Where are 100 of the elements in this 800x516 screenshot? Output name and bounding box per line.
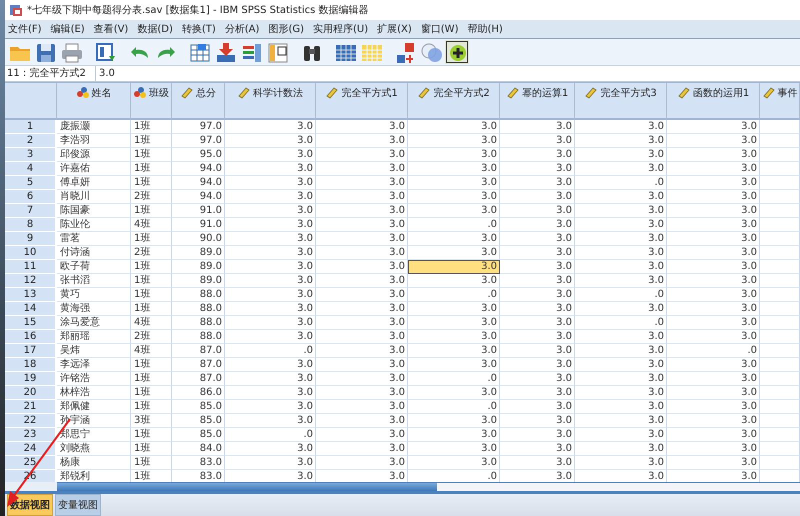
table-cell[interactable]: 3.0 — [575, 456, 667, 470]
table-cell[interactable]: 3.0 — [316, 358, 408, 372]
table-cell[interactable]: 3.0 — [575, 442, 667, 456]
table-cell[interactable]: 3.0 — [316, 288, 408, 302]
table-cell[interactable]: 88.0 — [172, 316, 225, 330]
table-cell[interactable]: 2班 — [131, 246, 172, 260]
table-cell[interactable]: 86.0 — [172, 386, 225, 400]
row-number[interactable]: 16 — [5, 330, 57, 344]
table-cell[interactable]: 3.0 — [408, 260, 500, 274]
row-number[interactable]: 22 — [5, 414, 57, 428]
table-cell[interactable]: 3.0 — [500, 176, 575, 190]
table-cell[interactable]: .0 — [408, 470, 500, 482]
table-cell[interactable]: 3.0 — [500, 246, 575, 260]
table-cell[interactable]: 3.0 — [667, 400, 760, 414]
table-cell[interactable]: 2班 — [131, 330, 172, 344]
table-cell[interactable]: 3.0 — [575, 372, 667, 386]
table-cell[interactable]: .0 — [408, 288, 500, 302]
table-cell[interactable]: 1班 — [131, 372, 172, 386]
table-cell[interactable]: 3.0 — [575, 330, 667, 344]
table-cell[interactable]: 91.0 — [172, 218, 225, 232]
view-tab[interactable]: 变量视图 — [55, 494, 101, 516]
table-cell[interactable]: 83.0 — [172, 456, 225, 470]
table-cell[interactable]: 3.0 — [316, 470, 408, 482]
table-cell[interactable]: 3.0 — [316, 316, 408, 330]
table-cell[interactable]: 3.0 — [500, 120, 575, 134]
table-cell[interactable]: 3.0 — [225, 162, 316, 176]
table-cell[interactable]: 3.0 — [316, 344, 408, 358]
menu-item[interactable]: 编辑(E) — [48, 22, 91, 36]
table-cell[interactable]: 3.0 — [225, 358, 316, 372]
columns-icon[interactable] — [266, 40, 288, 63]
table-cell[interactable]: 3.0 — [408, 358, 500, 372]
table-cell[interactable]: 3.0 — [575, 134, 667, 148]
table-cell[interactable]: 1班 — [131, 358, 172, 372]
table-cell[interactable]: 郑佩健 — [57, 400, 131, 414]
table-cell[interactable]: 3.0 — [225, 400, 316, 414]
table-cell[interactable]: 3.0 — [316, 260, 408, 274]
row-number[interactable]: 6 — [5, 190, 57, 204]
table-cell[interactable]: 1班 — [131, 134, 172, 148]
menu-item[interactable]: 转换(T) — [178, 22, 222, 36]
table-cell[interactable]: 3.0 — [500, 330, 575, 344]
row-number[interactable]: 8 — [5, 218, 57, 232]
table-cell[interactable]: 1班 — [131, 442, 172, 456]
table-cell[interactable]: 3.0 — [667, 120, 760, 134]
table-cell[interactable]: 3.0 — [667, 204, 760, 218]
table-cell[interactable]: 3.0 — [408, 386, 500, 400]
table-cell[interactable]: 3.0 — [316, 162, 408, 176]
table-cell[interactable]: 88.0 — [172, 330, 225, 344]
table-cell[interactable]: 3.0 — [667, 428, 760, 442]
table-cell[interactable]: .0 — [575, 176, 667, 190]
table-cell[interactable]: 3.0 — [667, 288, 760, 302]
table-cell[interactable]: 3.0 — [408, 134, 500, 148]
menu-item[interactable]: 实用程序(U) — [310, 22, 374, 36]
table-cell[interactable]: 94.0 — [172, 190, 225, 204]
value-labels-icon[interactable] — [394, 40, 416, 63]
table-cell[interactable]: 3.0 — [667, 386, 760, 400]
table-cell[interactable]: 3.0 — [500, 288, 575, 302]
table-cell[interactable]: 3.0 — [575, 120, 667, 134]
table-cell[interactable]: 3.0 — [500, 218, 575, 232]
table-cell[interactable]: 3.0 — [225, 148, 316, 162]
table-cell[interactable]: 3.0 — [316, 148, 408, 162]
row-number[interactable]: 1 — [5, 120, 57, 134]
table-cell[interactable]: 3.0 — [225, 372, 316, 386]
table-cell[interactable]: 3.0 — [575, 218, 667, 232]
table-cell[interactable]: 88.0 — [172, 288, 225, 302]
table-cell[interactable]: 87.0 — [172, 372, 225, 386]
table-cell[interactable]: 3.0 — [316, 372, 408, 386]
table-cell[interactable]: 3.0 — [225, 302, 316, 316]
table-cell[interactable]: 3.0 — [575, 204, 667, 218]
table-cell[interactable]: 3.0 — [225, 204, 316, 218]
table-cell[interactable]: 3.0 — [500, 274, 575, 288]
table-cell[interactable]: 3.0 — [667, 162, 760, 176]
table-cell[interactable]: 3.0 — [575, 246, 667, 260]
table-cell[interactable]: 3.0 — [408, 442, 500, 456]
table-cell[interactable]: 1班 — [131, 288, 172, 302]
table-cell[interactable]: 1班 — [131, 204, 172, 218]
table-cell[interactable]: 3.0 — [667, 442, 760, 456]
table-cell[interactable]: 3.0 — [667, 302, 760, 316]
table-cell[interactable]: .0 — [225, 428, 316, 442]
table-cell[interactable]: .0 — [408, 218, 500, 232]
row-number[interactable]: 18 — [5, 358, 57, 372]
table-cell[interactable]: 1班 — [131, 176, 172, 190]
table-cell[interactable]: 3.0 — [500, 386, 575, 400]
table-cell[interactable]: 88.0 — [172, 302, 225, 316]
table-cell[interactable]: 1班 — [131, 400, 172, 414]
row-number[interactable]: 12 — [5, 274, 57, 288]
table-cell[interactable]: 3.0 — [225, 456, 316, 470]
table-cell[interactable]: 3.0 — [225, 120, 316, 134]
table-cell[interactable]: 吴炜 — [57, 344, 131, 358]
table-cell[interactable]: 3.0 — [408, 344, 500, 358]
printer-icon[interactable] — [60, 40, 82, 63]
table-cell[interactable]: 85.0 — [172, 400, 225, 414]
row-number[interactable]: 13 — [5, 288, 57, 302]
table-cell[interactable]: 3.0 — [667, 148, 760, 162]
table-cell[interactable]: .0 — [408, 400, 500, 414]
table-cell[interactable]: 欧子荷 — [57, 260, 131, 274]
table-cell[interactable]: 3.0 — [225, 470, 316, 482]
table-cell[interactable]: 97.0 — [172, 120, 225, 134]
table-cell[interactable]: 3.0 — [500, 204, 575, 218]
table-cell[interactable]: 雷茗 — [57, 232, 131, 246]
table-cell[interactable]: .0 — [575, 288, 667, 302]
